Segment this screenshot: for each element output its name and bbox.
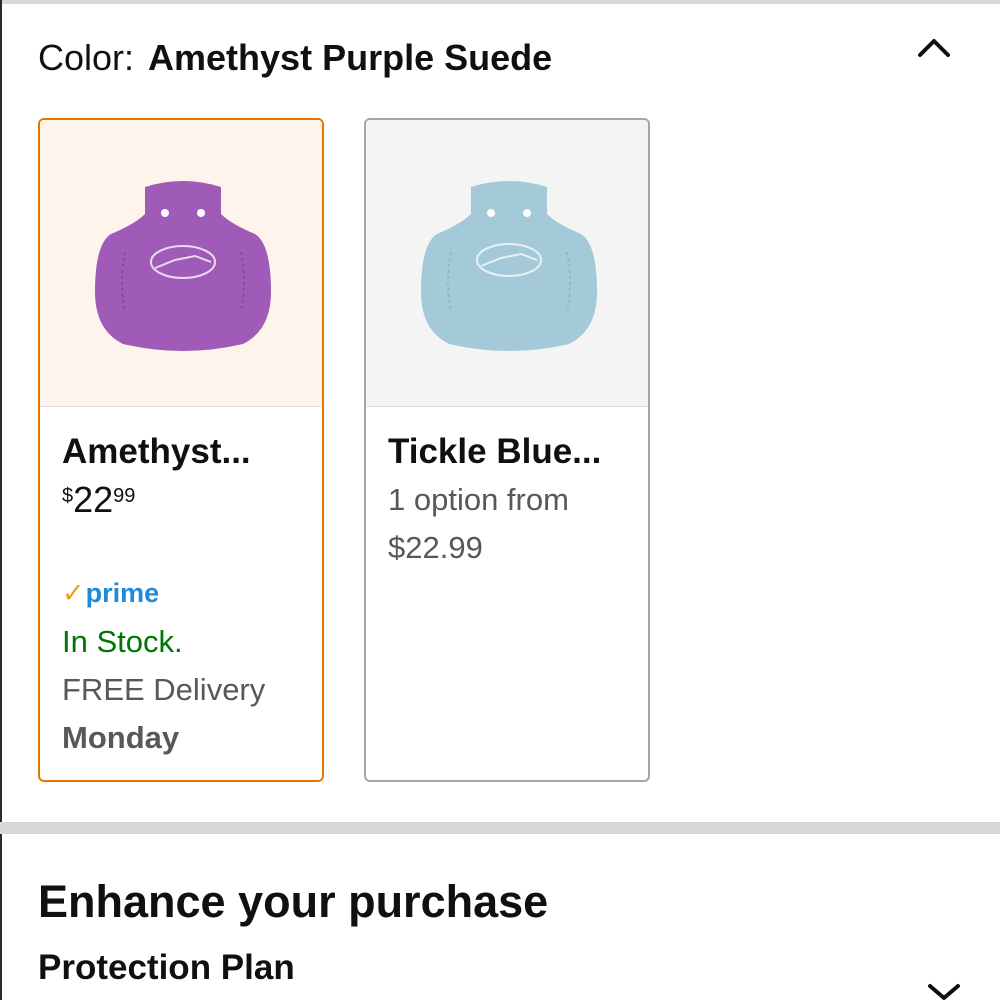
selected-color-value: Amethyst Purple Suede — [148, 37, 553, 78]
rivet-hole-left — [161, 209, 169, 217]
rivet-hole-right — [523, 209, 531, 217]
protection-plan-label[interactable]: Protection Plan — [38, 948, 295, 988]
section-separator — [0, 822, 1000, 834]
prime-badge: ✓prime — [62, 578, 159, 609]
toe-guard-shape — [95, 181, 271, 351]
price-fraction: 99 — [113, 485, 136, 507]
swatch-amethyst-purple[interactable]: Amethyst... $2299 ✓prime In Stock. FREE … — [38, 118, 324, 782]
swatch-price: $2299 — [62, 482, 135, 518]
delivery-day: Monday — [62, 720, 180, 755]
swatch-image-area — [366, 120, 648, 406]
swatch-title: Tickle Blue... — [388, 432, 602, 471]
enhance-purchase-heading: Enhance your purchase — [38, 876, 549, 927]
price-whole: 22 — [73, 479, 114, 520]
prime-check-icon: ✓ — [62, 578, 85, 608]
chevron-down-icon[interactable] — [924, 978, 964, 1000]
swatch-divider — [40, 406, 322, 407]
swatch-title: Amethyst... — [62, 432, 251, 471]
left-edge-rule — [0, 0, 2, 1000]
toe-guard-image — [95, 181, 271, 351]
option-price-text: $22.99 — [388, 530, 483, 565]
swatch-image-area — [40, 120, 322, 406]
stock-status: In Stock. — [62, 624, 183, 659]
color-selector-header[interactable]: Color: Amethyst Purple Suede — [38, 36, 552, 80]
option-count-text: 1 option from — [388, 482, 569, 517]
delivery-text: FREE Delivery — [62, 672, 266, 707]
chevron-up-icon[interactable] — [914, 30, 954, 64]
color-label: Color: — [38, 37, 135, 78]
prime-label: prime — [85, 578, 160, 608]
top-divider — [0, 0, 1000, 4]
swatch-tickle-blue[interactable]: Tickle Blue... 1 option from $22.99 — [364, 118, 650, 782]
rivet-hole-left — [487, 209, 495, 217]
toe-guard-image — [421, 181, 597, 351]
swatch-divider — [366, 406, 648, 407]
rivet-hole-right — [197, 209, 205, 217]
price-symbol: $ — [62, 485, 74, 507]
toe-guard-shape — [421, 181, 597, 351]
